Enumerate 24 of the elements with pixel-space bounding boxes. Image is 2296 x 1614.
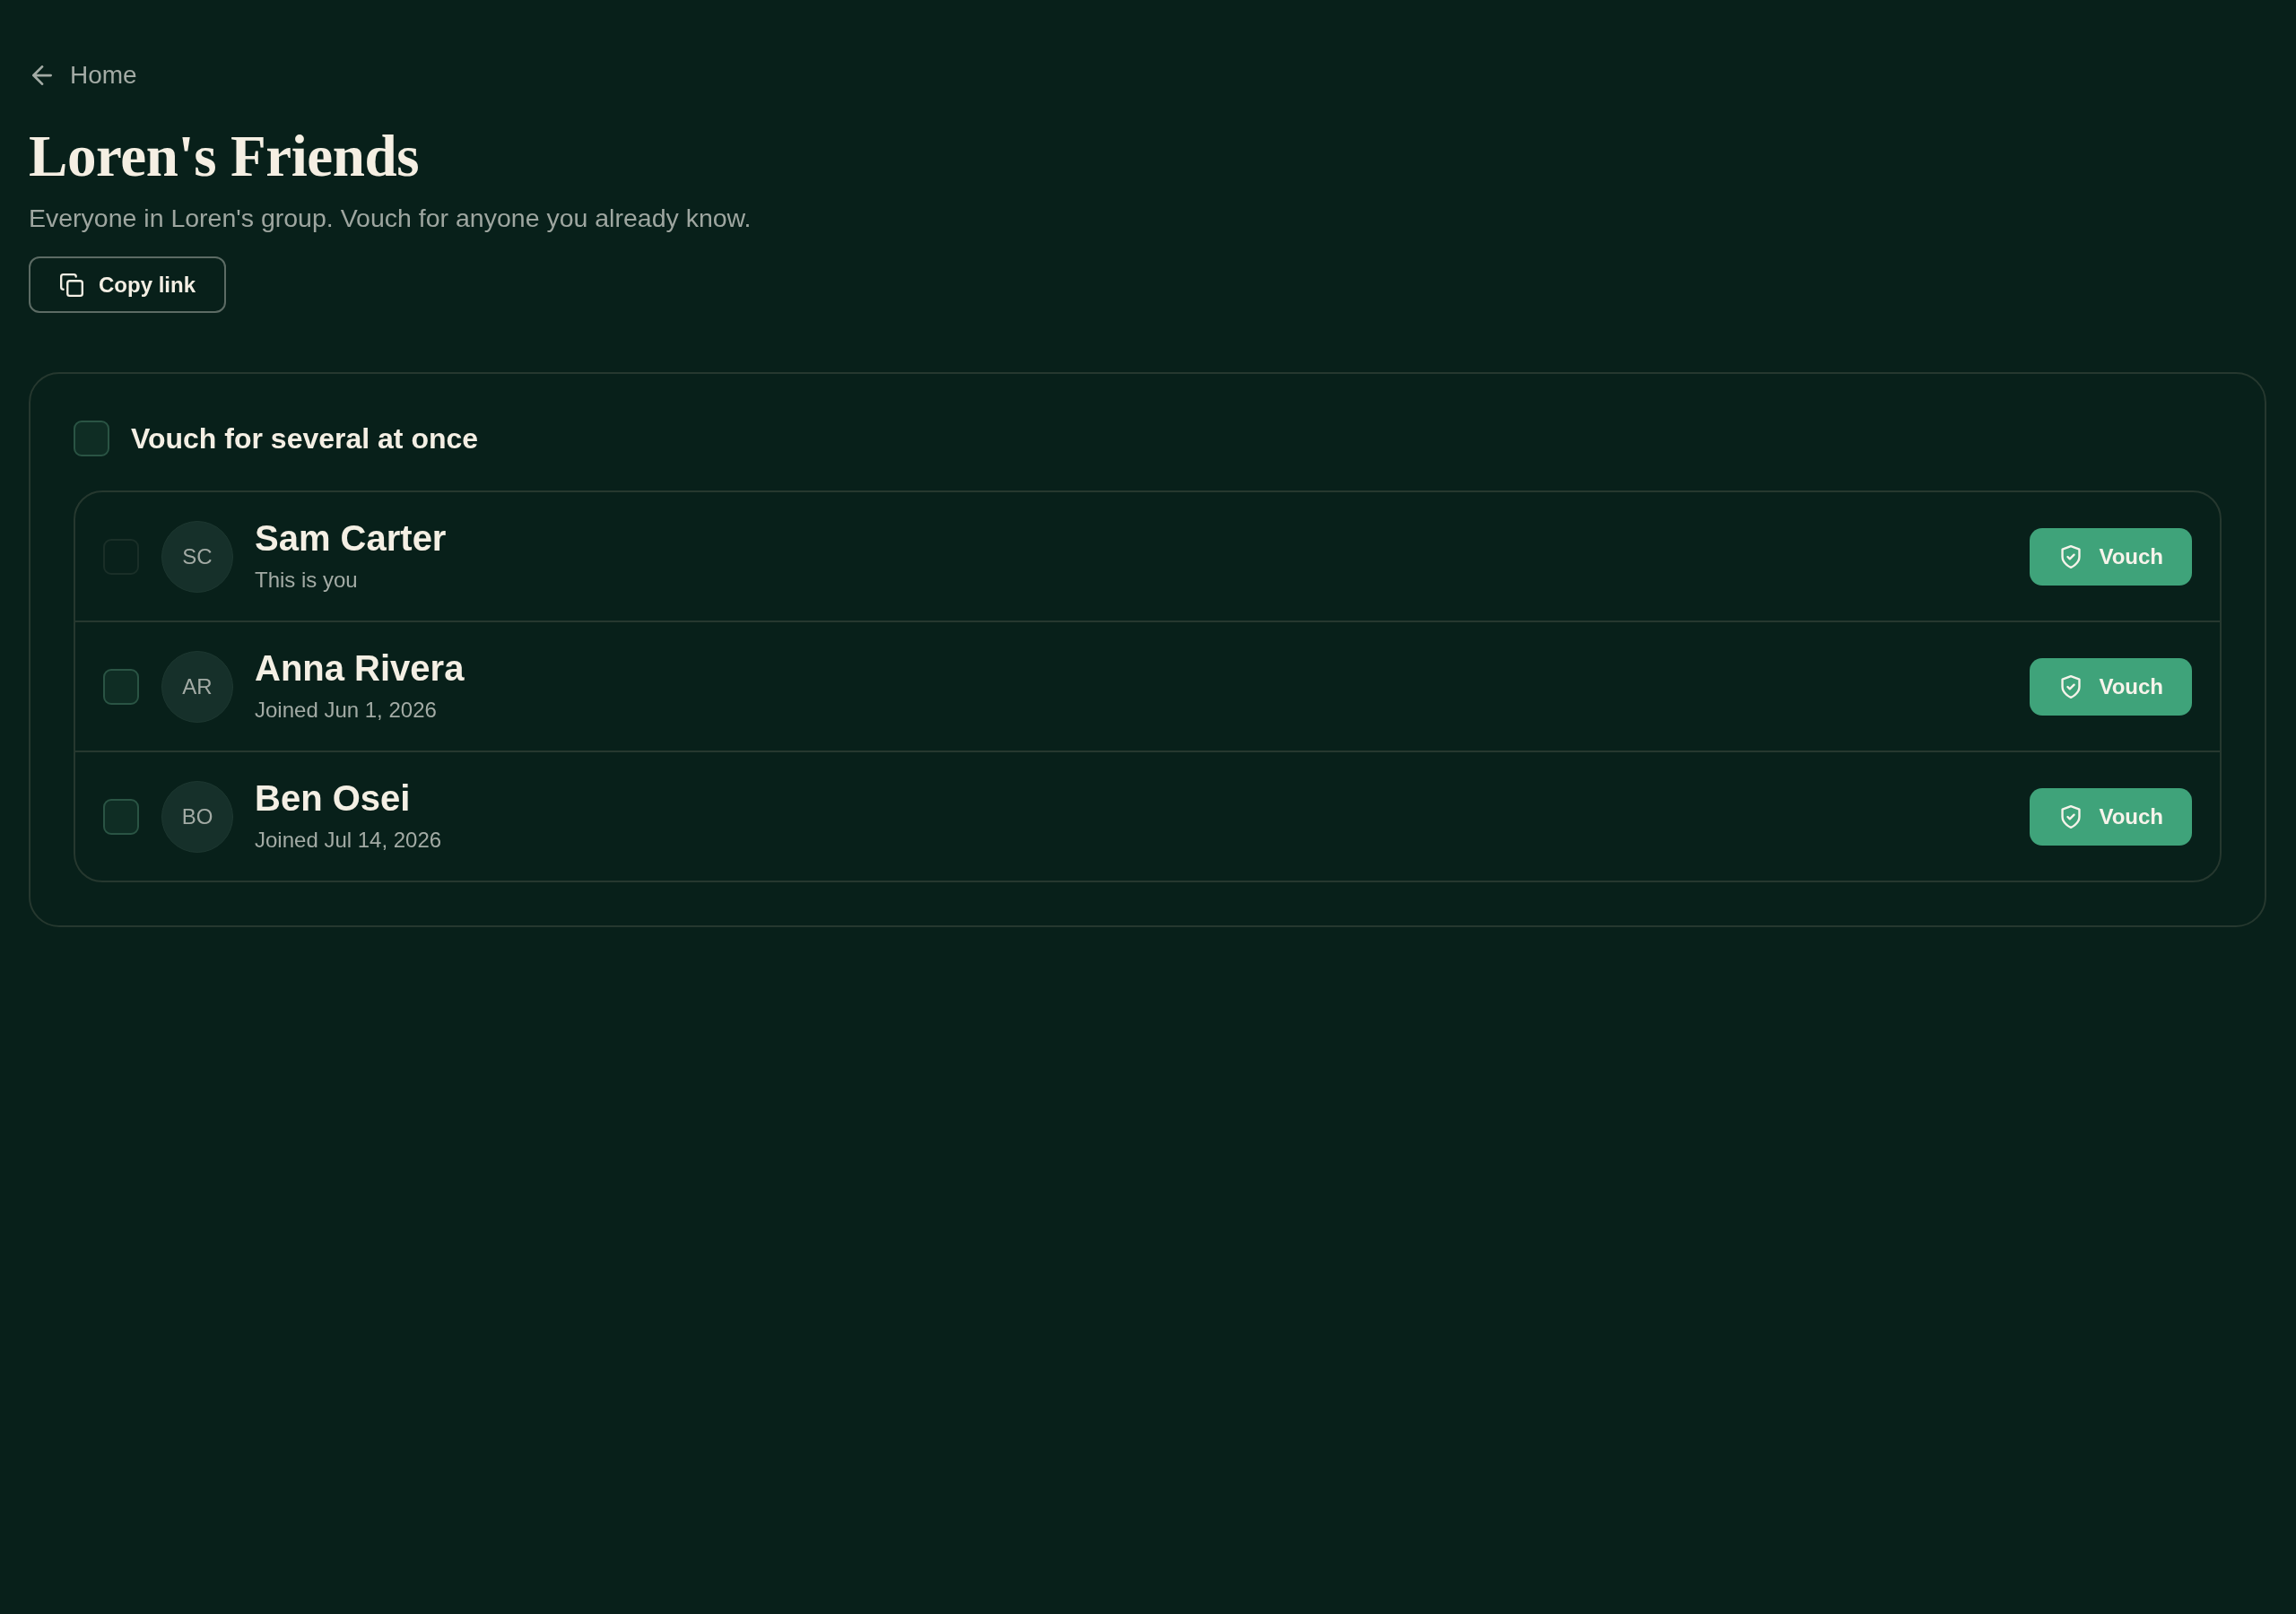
member-subtitle: This is you	[255, 567, 358, 594]
avatar-initials: AR	[161, 650, 233, 723]
member-subtitle: Joined Jun 1, 2026	[255, 697, 437, 724]
avatar-initials: SC	[161, 520, 233, 593]
copy-icon	[60, 273, 83, 297]
shield-check-icon	[2061, 674, 2082, 699]
shield-check-icon	[2061, 544, 2082, 568]
avatar-initials: BO	[161, 780, 233, 853]
select-all-checkbox[interactable]	[74, 421, 109, 456]
member-name: Anna Rivera	[255, 647, 465, 690]
member-checkbox[interactable]	[103, 798, 139, 835]
vouch-button[interactable]: Vouch	[2030, 787, 2192, 846]
shield-check-icon	[2061, 804, 2082, 829]
member-name: Sam Carter	[255, 517, 447, 560]
member-checkbox[interactable]	[103, 668, 139, 705]
copy-link-button[interactable]: Copy link	[29, 256, 226, 313]
vouch-button[interactable]: Vouch	[2030, 657, 2192, 716]
member-name: Ben Osei	[255, 777, 411, 820]
select-all-label: Vouch for several at once	[131, 421, 479, 456]
page-subtitle: Everyone in Loren's group. Vouch for anyone you already know.	[29, 203, 752, 234]
page-title: Loren's Friends	[29, 123, 420, 190]
back-arrow-icon	[32, 65, 52, 85]
member-subtitle: Joined Jul 14, 2026	[255, 827, 442, 854]
home-link[interactable]: Home	[29, 59, 137, 91]
